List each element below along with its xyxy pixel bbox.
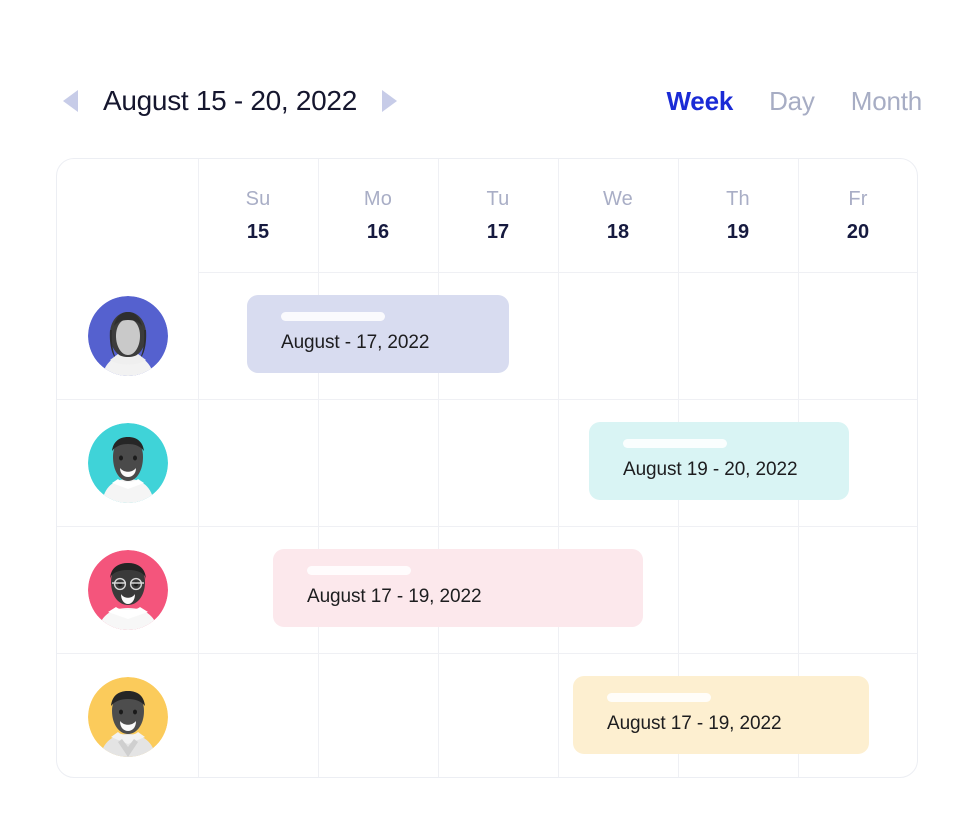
day-number-label: 19 bbox=[726, 220, 750, 243]
calendar-row: August - 17, 2022 bbox=[57, 272, 917, 399]
event-card[interactable]: August 17 - 19, 2022 bbox=[573, 676, 869, 754]
day-header-th: Th 19 bbox=[678, 159, 798, 272]
avatar-cell bbox=[57, 653, 198, 777]
avatar-cell bbox=[57, 526, 198, 653]
avatar-person-2[interactable] bbox=[87, 422, 168, 503]
day-header-we: We 18 bbox=[558, 159, 678, 272]
day-of-week-label: Mo bbox=[363, 187, 393, 210]
chevron-right-icon bbox=[382, 90, 398, 112]
date-navigator: August 15 - 20, 2022 bbox=[55, 84, 405, 118]
calendar-row: August 17 - 19, 2022 bbox=[57, 653, 917, 777]
calendar-grid: Su 15 Mo 16 Tu 17 We 18 Th 19 Fr 20 Augu… bbox=[57, 159, 917, 777]
event-label: August 17 - 19, 2022 bbox=[607, 713, 782, 734]
avatar-cell bbox=[57, 399, 198, 526]
calendar-grid-card: Su 15 Mo 16 Tu 17 We 18 Th 19 Fr 20 Augu… bbox=[56, 158, 918, 778]
calendar-row: August 19 - 20, 2022 bbox=[57, 399, 917, 526]
day-header-su: Su 15 bbox=[198, 159, 318, 272]
chevron-left-icon bbox=[62, 90, 78, 112]
day-header-tu: Tu 17 bbox=[438, 159, 558, 272]
day-of-week-label: We bbox=[602, 187, 634, 210]
day-number-label: 18 bbox=[606, 220, 630, 243]
previous-week-button[interactable] bbox=[55, 84, 85, 118]
day-of-week-label: Tu bbox=[486, 187, 510, 210]
event-placeholder-bar bbox=[281, 312, 385, 321]
next-week-button[interactable] bbox=[375, 84, 405, 118]
event-card[interactable]: August - 17, 2022 bbox=[247, 295, 509, 373]
calendar-app: August 15 - 20, 2022 Week Day Month Su 1… bbox=[0, 0, 974, 832]
avatar-person-4[interactable] bbox=[87, 676, 168, 757]
event-placeholder-bar bbox=[307, 566, 411, 575]
day-number-label: 20 bbox=[846, 220, 870, 243]
day-number-label: 17 bbox=[486, 220, 510, 243]
event-card[interactable]: August 17 - 19, 2022 bbox=[273, 549, 643, 627]
event-label: August 19 - 20, 2022 bbox=[623, 459, 798, 480]
day-of-week-label: Fr bbox=[848, 187, 868, 210]
event-placeholder-bar bbox=[623, 439, 727, 448]
event-card[interactable]: August 19 - 20, 2022 bbox=[589, 422, 849, 500]
view-switcher: Week Day Month bbox=[666, 86, 922, 117]
day-number-label: 15 bbox=[246, 220, 270, 243]
event-placeholder-bar bbox=[607, 693, 711, 702]
day-of-week-label: Su bbox=[245, 187, 271, 210]
day-number-label: 16 bbox=[366, 220, 390, 243]
tab-month[interactable]: Month bbox=[851, 86, 922, 117]
day-header-mo: Mo 16 bbox=[318, 159, 438, 272]
date-range-title: August 15 - 20, 2022 bbox=[103, 85, 357, 116]
calendar-row: August 17 - 19, 2022 bbox=[57, 526, 917, 653]
event-label: August - 17, 2022 bbox=[281, 332, 430, 353]
event-label: August 17 - 19, 2022 bbox=[307, 586, 482, 607]
avatar-cell bbox=[57, 272, 198, 399]
day-of-week-label: Th bbox=[726, 187, 750, 210]
tab-week[interactable]: Week bbox=[666, 86, 733, 117]
avatar-person-1[interactable] bbox=[87, 295, 168, 376]
day-header-fr: Fr 20 bbox=[798, 159, 917, 272]
calendar-toolbar: August 15 - 20, 2022 Week Day Month bbox=[0, 62, 974, 140]
tab-day[interactable]: Day bbox=[769, 86, 815, 117]
avatar-person-3[interactable] bbox=[87, 549, 168, 630]
